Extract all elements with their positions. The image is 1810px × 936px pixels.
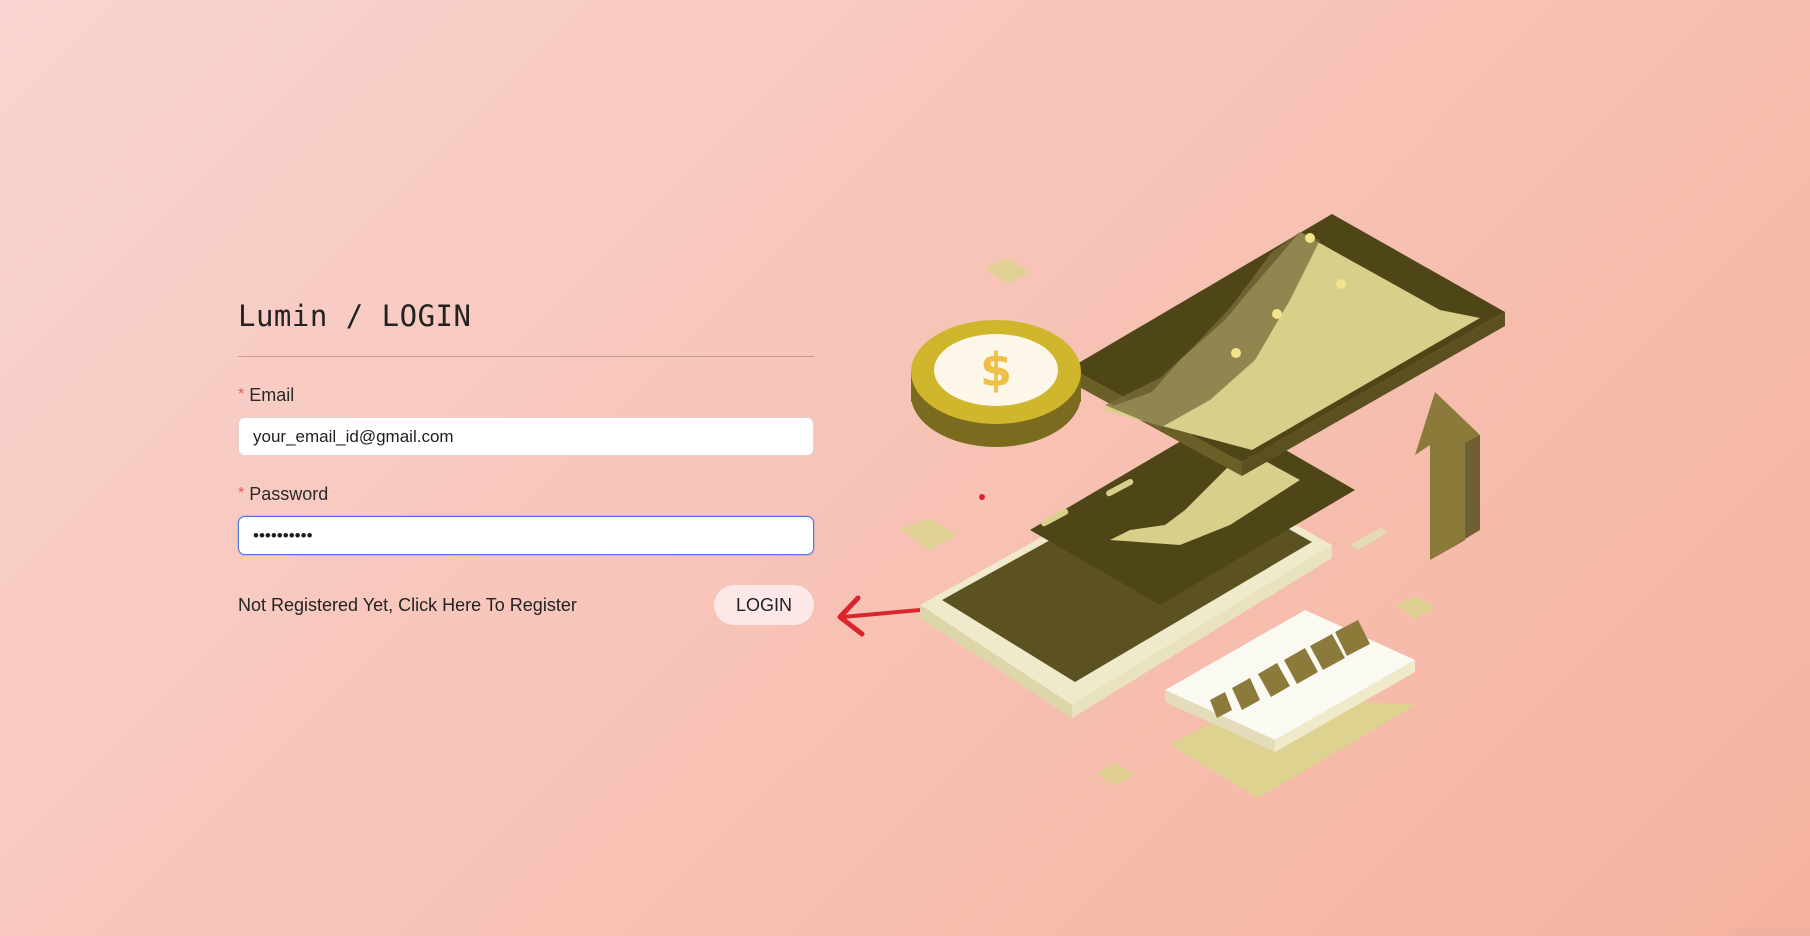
login-form: Lumin / LOGIN * Email * Password Not Reg… bbox=[238, 296, 814, 625]
register-link[interactable]: Not Registered Yet, Click Here To Regist… bbox=[238, 595, 577, 616]
password-label: * Password bbox=[238, 482, 814, 506]
required-mark: * bbox=[238, 386, 245, 403]
svg-text:$: $ bbox=[980, 343, 1012, 397]
password-label-text: Password bbox=[249, 483, 329, 504]
finance-phone-illustration-icon: $ bbox=[900, 214, 1505, 798]
login-button[interactable]: LOGIN bbox=[714, 585, 814, 625]
corner-scroll-indicator bbox=[1728, 928, 1810, 936]
required-mark: * bbox=[238, 485, 245, 502]
form-footer: Not Registered Yet, Click Here To Regist… bbox=[238, 585, 814, 625]
email-field[interactable] bbox=[238, 417, 814, 456]
title-divider bbox=[238, 356, 814, 357]
email-label-text: Email bbox=[249, 384, 295, 405]
email-label: * Email bbox=[238, 383, 814, 407]
page-title: Lumin / LOGIN bbox=[238, 299, 472, 333]
password-field[interactable] bbox=[238, 516, 814, 555]
